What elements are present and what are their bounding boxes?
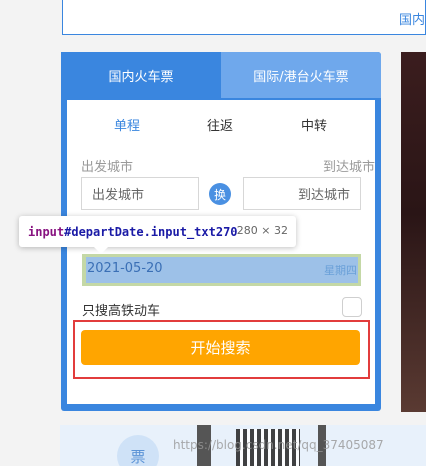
top-card-link[interactable]: 国内 — [399, 9, 425, 28]
highspeed-only-label: 只搜高铁动车 — [82, 304, 161, 319]
highspeed-only-checkbox[interactable] — [342, 297, 362, 317]
mode-one-way[interactable]: 单程 — [114, 115, 140, 134]
side-banner-image — [401, 52, 426, 412]
inspector-size: 280 × 32 — [236, 224, 288, 237]
depart-date-weekday: 星期四 — [324, 264, 357, 277]
from-city-placeholder: 出发城市 — [92, 188, 145, 203]
to-city-input[interactable]: 到达城市 — [243, 177, 361, 210]
watermark-text: https://blog.csdn.net/qq_37405087 — [173, 438, 384, 452]
mode-transfer[interactable]: 中转 — [301, 115, 327, 134]
tab-domestic[interactable]: 国内火车票 — [61, 52, 221, 98]
from-city-input[interactable]: 出发城市 — [81, 177, 199, 210]
to-city-placeholder: 到达城市 — [297, 188, 350, 203]
mode-round-trip[interactable]: 往返 — [207, 115, 233, 134]
ticket-icon: 票 — [117, 435, 159, 466]
depart-date-input[interactable]: 2021-05-20 星期四 — [82, 254, 361, 286]
swap-cities-button[interactable]: 换 — [209, 183, 231, 205]
ticket-tabs: 国内火车票 国际/港台火车票 — [61, 52, 381, 98]
to-city-label: 到达城市 — [322, 160, 375, 175]
inspector-tag: input — [28, 224, 65, 239]
search-button[interactable]: 开始搜索 — [81, 330, 360, 365]
from-city-label: 出发城市 — [81, 160, 134, 175]
top-card: 国内 — [62, 0, 426, 35]
highspeed-only-row: 只搜高铁动车 — [82, 297, 362, 319]
depart-date-value: 2021-05-20 — [87, 261, 163, 276]
tab-international[interactable]: 国际/港台火车票 — [221, 52, 381, 98]
trip-mode-selector: 单程 往返 中转 — [67, 115, 375, 135]
inspector-tooltip: input #departDate.input_txt270 280 × 32 — [19, 216, 296, 247]
inspector-tooltip-arrow — [94, 247, 108, 254]
inspector-selector: #departDate.input_txt270 — [64, 224, 238, 239]
